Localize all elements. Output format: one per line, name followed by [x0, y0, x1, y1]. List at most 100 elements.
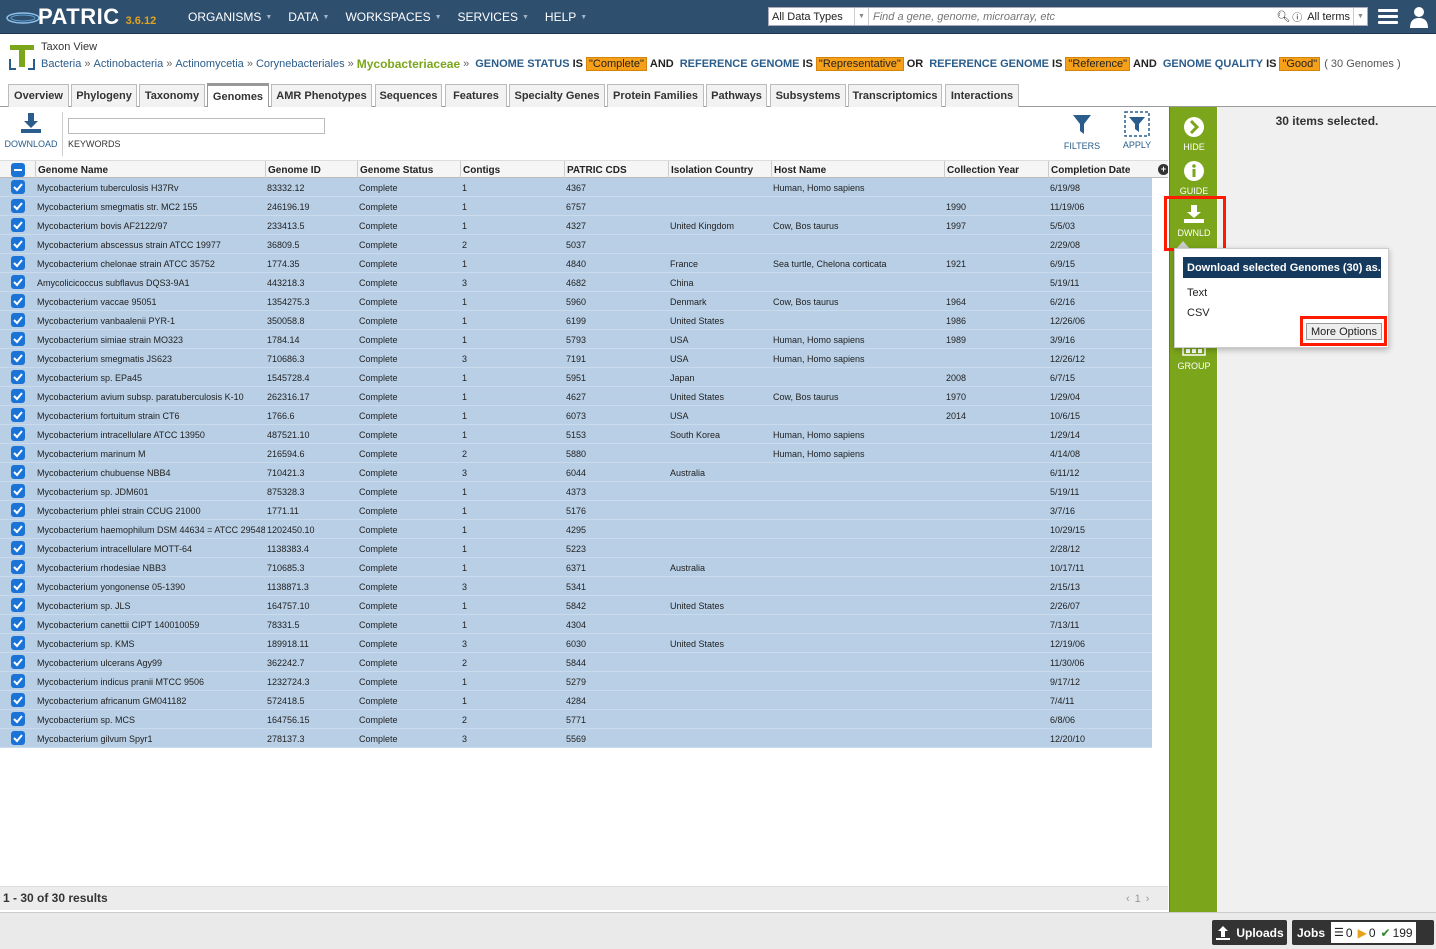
filter-value[interactable]: "Good" [1279, 57, 1321, 71]
search-icon[interactable]: 🔍︎ [1276, 10, 1290, 23]
page-number[interactable]: 1 [1135, 893, 1146, 905]
row-checkbox[interactable] [11, 408, 25, 422]
filter-value[interactable]: "Reference" [1065, 57, 1130, 71]
menu-services[interactable]: SERVICES ▼ [458, 10, 529, 24]
row-checkbox[interactable] [11, 484, 25, 498]
row-checkbox[interactable] [11, 598, 25, 612]
search-input[interactable] [869, 10, 1277, 23]
tab-subsystems[interactable]: Subsystems [770, 84, 846, 107]
table-row[interactable]: Mycobacterium vanbaalenii PYR-1 350058.8 C… [0, 311, 1152, 330]
keywords-input[interactable] [68, 118, 325, 134]
table-row[interactable]: Mycobacterium intracellulare ATCC 13950 4… [0, 425, 1152, 444]
row-checkbox[interactable] [11, 636, 25, 650]
row-checkbox[interactable] [11, 541, 25, 555]
column-chooser-icon[interactable]: + [1158, 164, 1168, 175]
tab-protein-families[interactable]: Protein Families [607, 84, 704, 107]
table-row[interactable]: Mycobacterium smegmatis JS623 710686.3 Com… [0, 349, 1152, 368]
tab-transcriptomics[interactable]: Transcriptomics [848, 84, 942, 107]
menu-workspaces[interactable]: WORKSPACES ▼ [345, 10, 441, 24]
table-row[interactable]: Mycobacterium intracellulare MOTT-64 1138… [0, 539, 1152, 558]
jobs-button[interactable]: Jobs ☰ 0 ▶ 0 ✔ 199 [1292, 920, 1434, 945]
table-row[interactable]: Mycobacterium yongonense 05-1390 1138871.… [0, 577, 1152, 596]
table-row[interactable]: Mycobacterium marinum M 216594.6 Complete 2… [0, 444, 1152, 463]
tab-phylogeny[interactable]: Phylogeny [71, 84, 137, 107]
next-page-icon[interactable]: › [1146, 893, 1155, 905]
table-row[interactable]: Mycobacterium avium subsp. paratuberculo… [0, 387, 1152, 406]
table-row[interactable]: Mycobacterium smegmatis str. MC2 155 2461… [0, 197, 1152, 216]
table-row[interactable]: Mycobacterium sp. JDM601 875328.3 Complete… [0, 482, 1152, 501]
col-genome-id[interactable]: Genome ID [265, 161, 357, 179]
data-type-select[interactable]: All Data Types [769, 8, 855, 25]
row-checkbox[interactable] [11, 389, 25, 403]
tab-taxonomy[interactable]: Taxonomy [139, 84, 205, 107]
table-row[interactable]: Mycobacterium bovis AF2122/97 233413.5 Com… [0, 216, 1152, 235]
table-row[interactable]: Mycobacterium vaccae 95051 1354275.3 Compl… [0, 292, 1152, 311]
patric-logo[interactable]: PATRIC 3.6.12 [6, 4, 156, 30]
row-checkbox[interactable] [11, 560, 25, 574]
row-checkbox[interactable] [11, 256, 25, 270]
row-checkbox[interactable] [11, 731, 25, 745]
download-option-csv[interactable]: CSV [1187, 307, 1210, 319]
help-icon[interactable]: ⓘ [1290, 9, 1304, 24]
table-row[interactable]: Mycobacterium sp. EPa45 1545728.4 Complete… [0, 368, 1152, 387]
guide-button[interactable]: GUIDE [1170, 160, 1218, 196]
col-collection-year[interactable]: Collection Year [944, 161, 1048, 179]
apply-button[interactable]: APPLY [1117, 111, 1157, 150]
download-option-text[interactable]: Text [1187, 287, 1207, 299]
menu-data[interactable]: DATA ▼ [288, 10, 329, 24]
row-checkbox[interactable] [11, 465, 25, 479]
row-checkbox[interactable] [11, 199, 25, 213]
row-checkbox[interactable] [11, 313, 25, 327]
table-row[interactable]: Mycobacterium ulcerans Agy99 362242.7 Comp… [0, 653, 1152, 672]
breadcrumb-link[interactable]: Actinomycetia [175, 58, 243, 70]
filters-button[interactable]: FILTERS [1062, 114, 1102, 151]
row-checkbox[interactable] [11, 503, 25, 517]
row-checkbox[interactable] [11, 712, 25, 726]
table-row[interactable]: Mycobacterium simiae strain MO323 1784.14… [0, 330, 1152, 349]
terms-select[interactable]: All terms [1304, 8, 1354, 25]
row-checkbox[interactable] [11, 237, 25, 251]
menu-help[interactable]: HELP ▼ [545, 10, 587, 24]
table-row[interactable]: Mycobacterium sp. KMS 189918.11 Complete 3 6… [0, 634, 1152, 653]
row-checkbox[interactable] [11, 674, 25, 688]
row-checkbox[interactable] [11, 351, 25, 365]
hide-button[interactable]: HIDE [1170, 116, 1218, 152]
table-row[interactable]: Mycobacterium fortuitum strain CT6 1766.6… [0, 406, 1152, 425]
uploads-button[interactable]: Uploads [1212, 920, 1287, 945]
col-genome-status[interactable]: Genome Status [357, 161, 460, 179]
row-checkbox[interactable] [11, 332, 25, 346]
filter-value[interactable]: "Representative" [815, 57, 904, 71]
breadcrumb-link[interactable]: Corynebacteriales [256, 58, 345, 70]
table-row[interactable]: Mycobacterium abscessus strain ATCC 1997… [0, 235, 1152, 254]
table-row[interactable]: Mycobacterium chelonae strain ATCC 35752… [0, 254, 1152, 273]
tab-specialty-genes[interactable]: Specialty Genes [509, 84, 605, 107]
tab-features[interactable]: Features [445, 84, 507, 107]
table-row[interactable]: Mycobacterium canettii CIPT 140010059 783… [0, 615, 1152, 634]
row-checkbox[interactable] [11, 275, 25, 289]
tab-overview[interactable]: Overview [8, 84, 69, 107]
table-row[interactable]: Mycobacterium tuberculosis H37Rv 83332.12… [0, 178, 1152, 197]
col-contigs[interactable]: Contigs [460, 161, 564, 179]
row-checkbox[interactable] [11, 427, 25, 441]
tab-amr-phenotypes[interactable]: AMR Phenotypes [271, 84, 372, 107]
menu-organisms[interactable]: ORGANISMS ▼ [188, 10, 272, 24]
table-row[interactable]: Mycobacterium phlei strain CCUG 21000 177… [0, 501, 1152, 520]
row-checkbox[interactable] [11, 617, 25, 631]
row-checkbox[interactable] [11, 522, 25, 536]
row-checkbox[interactable] [11, 180, 25, 194]
table-row[interactable]: Mycobacterium sp. JLS 164757.10 Complete 1 5… [0, 596, 1152, 615]
row-checkbox[interactable] [11, 579, 25, 593]
chevron-down-icon[interactable]: ▼ [855, 8, 869, 25]
row-checkbox[interactable] [11, 370, 25, 384]
tab-genomes[interactable]: Genomes [207, 83, 269, 107]
row-checkbox[interactable] [11, 446, 25, 460]
col-patric-cds[interactable]: PATRIC CDS [564, 161, 668, 179]
table-row[interactable]: Mycobacterium haemophilum DSM 44634 = AT… [0, 520, 1152, 539]
user-icon[interactable] [1409, 6, 1429, 28]
tab-pathways[interactable]: Pathways [706, 84, 767, 107]
row-checkbox[interactable] [11, 218, 25, 232]
download-button[interactable]: DOWNLOAD [3, 111, 59, 149]
table-row[interactable]: Mycobacterium indicus pranii MTCC 9506 12… [0, 672, 1152, 691]
breadcrumb-link[interactable]: Bacteria [41, 58, 81, 70]
row-checkbox[interactable] [11, 294, 25, 308]
